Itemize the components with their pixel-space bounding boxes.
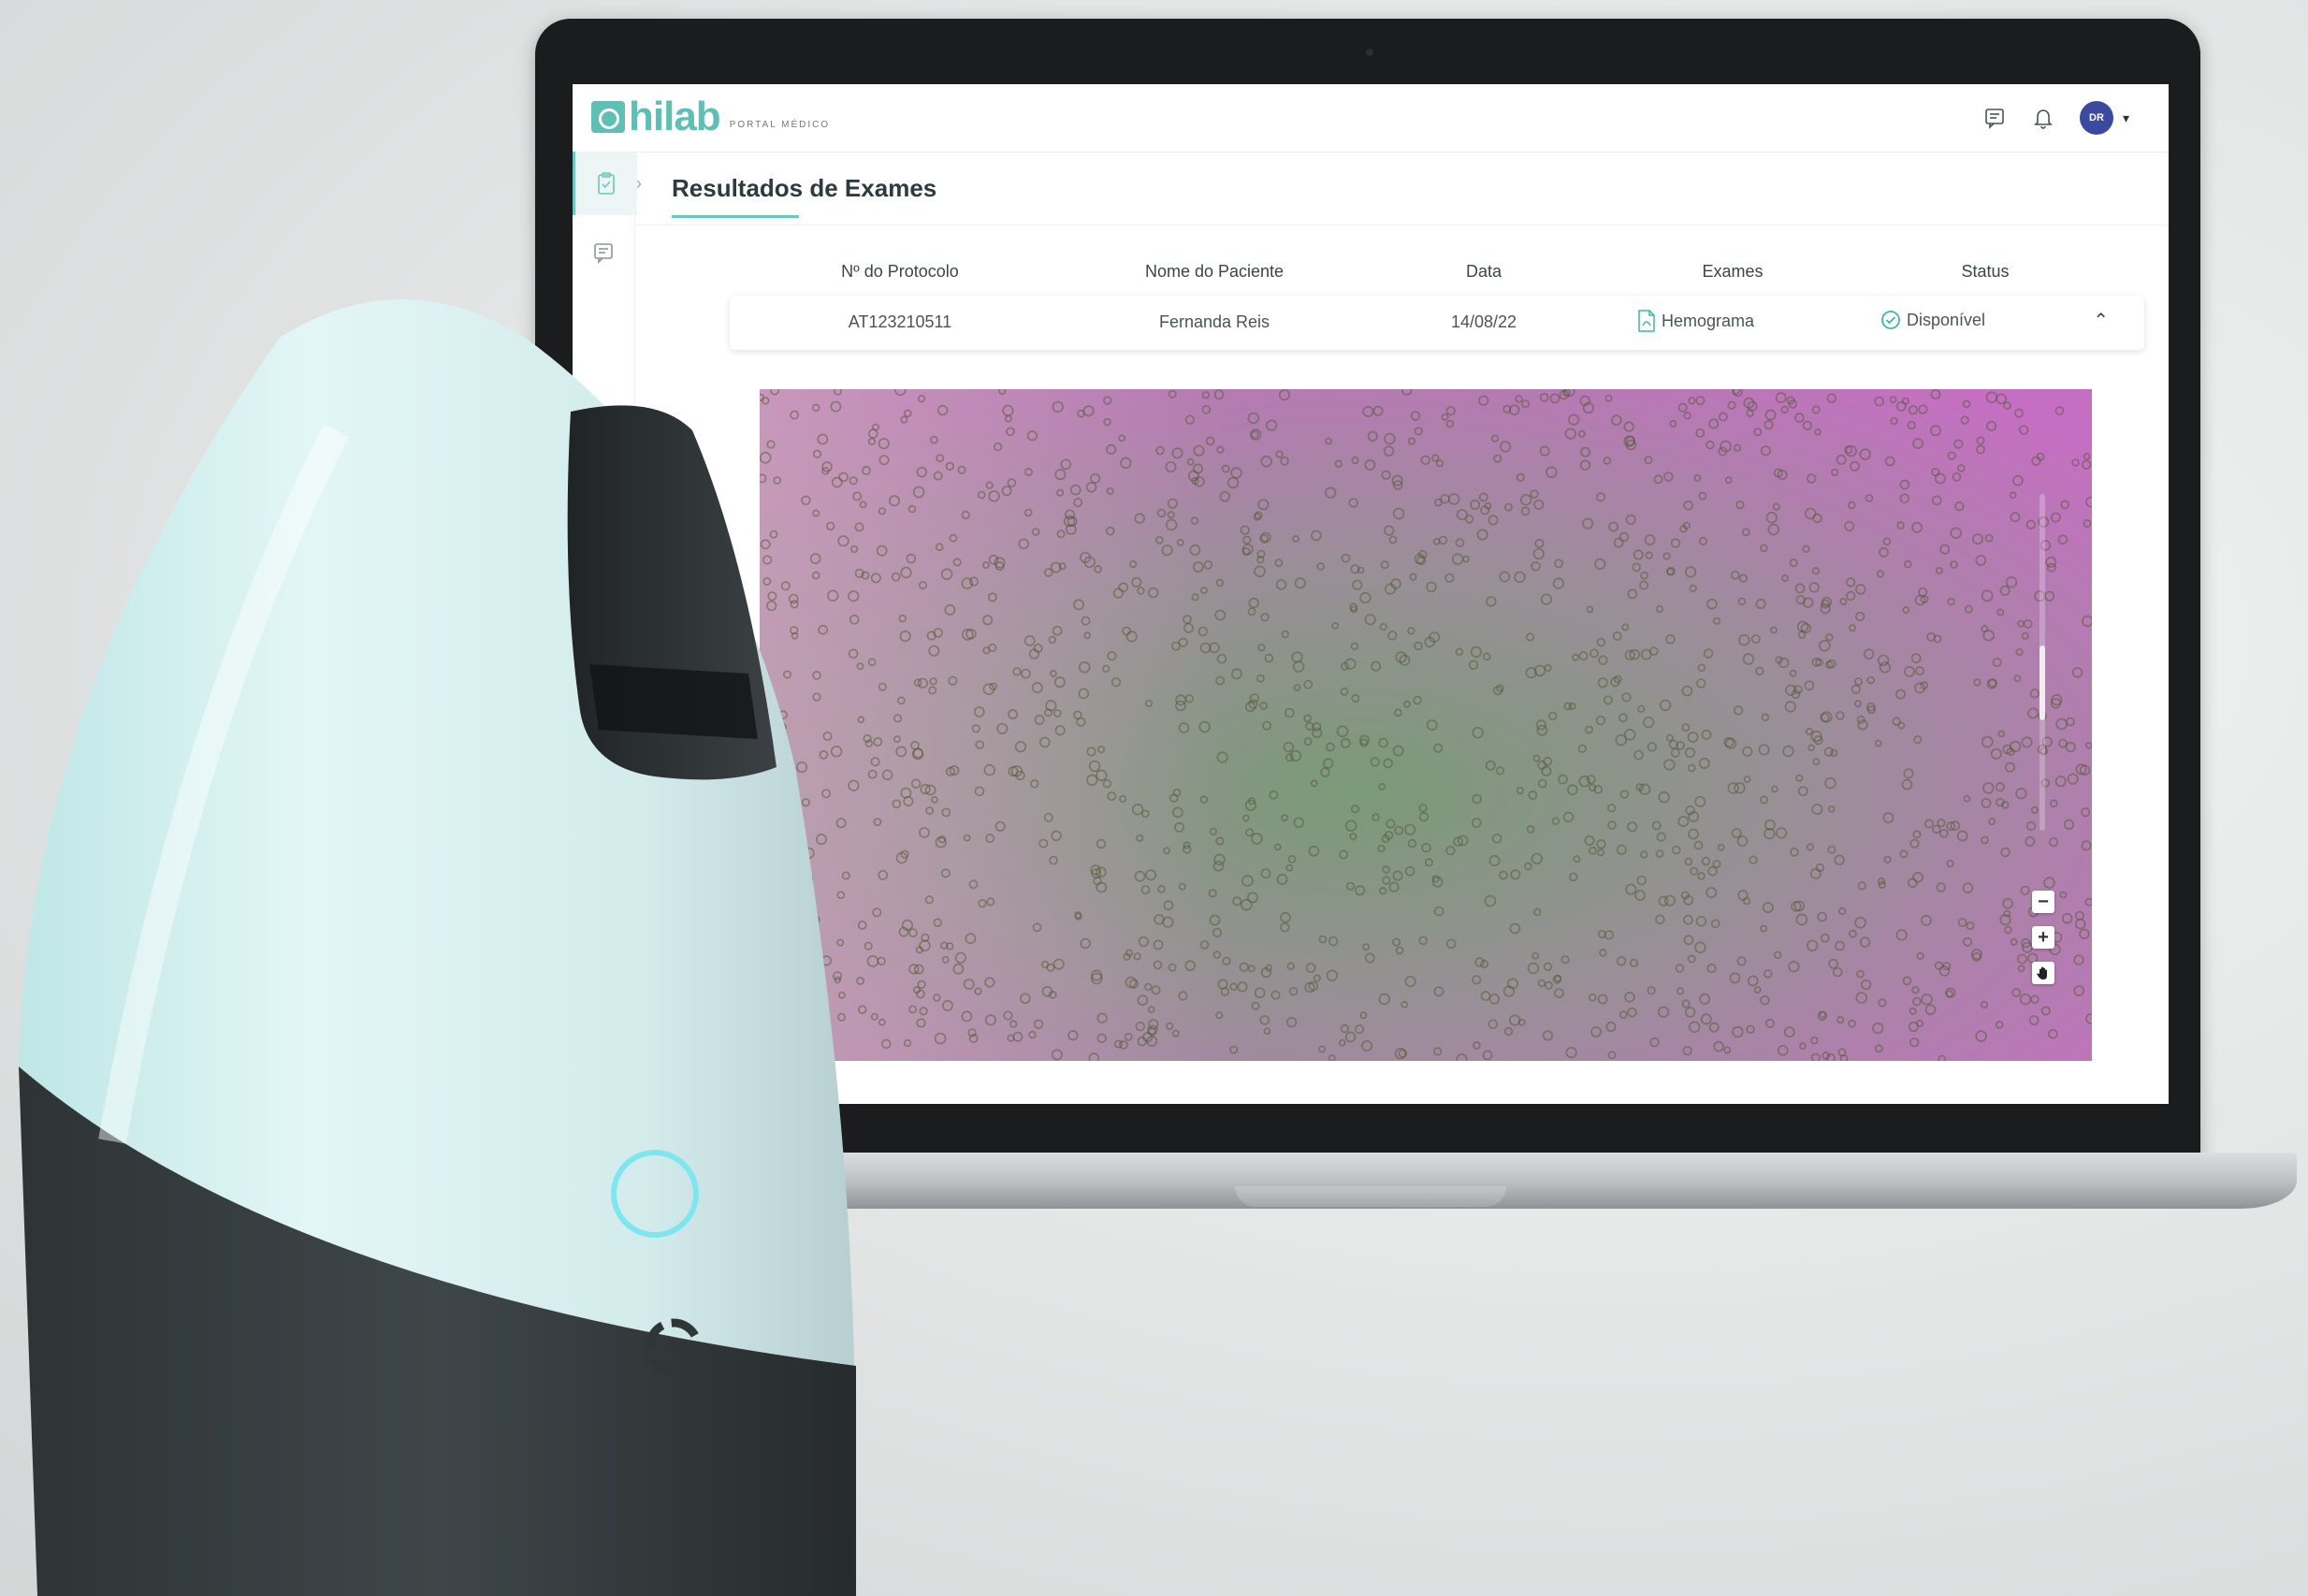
- page-title: Resultados de Exames: [672, 174, 937, 202]
- pdf-icon: [1638, 310, 1655, 332]
- top-bar: hilab PORTAL MÉDICO DR ▾: [573, 84, 2169, 152]
- chevron-up-icon[interactable]: ⌃: [2093, 309, 2109, 332]
- viewer-scrollbar[interactable]: [2039, 494, 2045, 831]
- top-icons: DR ▾: [1982, 101, 2129, 135]
- sidebar-item-results[interactable]: [573, 152, 637, 215]
- laptop-camera: [1366, 49, 1373, 56]
- user-menu-caret-icon[interactable]: ▾: [2123, 110, 2129, 126]
- chat-icon[interactable]: [1982, 106, 2007, 130]
- cell-data: 14/08/22: [1450, 312, 1517, 331]
- logo-mark-icon: [591, 101, 625, 133]
- column-header-exames[interactable]: Exames: [1658, 262, 1807, 282]
- clipboard-check-icon: [598, 172, 615, 195]
- product-scene: hilab PORTAL MÉDICO DR ▾ › Resultados de…: [0, 0, 2308, 1596]
- table-row[interactable]: AT123210511 Fernanda Reis 14/08/22 Hemog…: [730, 296, 2144, 350]
- column-header-status[interactable]: Status: [1910, 262, 2060, 282]
- cell-status: Disponível: [1880, 310, 2068, 330]
- column-header-protocolo[interactable]: Nº do Protocolo: [797, 262, 1003, 282]
- blood-smear-image[interactable]: [760, 389, 2092, 1061]
- breadcrumb-chevron-icon: ›: [636, 174, 642, 193]
- bell-icon[interactable]: [2031, 106, 2055, 130]
- cell-exame[interactable]: Hemograma: [1637, 309, 1824, 333]
- hilab-logo[interactable]: hilab PORTAL MÉDICO: [591, 94, 831, 139]
- sidebar-item-messages[interactable]: [573, 221, 634, 284]
- laptop-notch: [1235, 1186, 1506, 1207]
- pan-hand-button[interactable]: [2032, 962, 2054, 984]
- check-circle-icon: [1881, 311, 1900, 329]
- title-underline: [672, 215, 799, 218]
- exam-link[interactable]: Hemograma: [1662, 312, 1754, 331]
- user-avatar[interactable]: DR: [2079, 101, 2113, 135]
- status-label: Disponível: [1907, 310, 1986, 329]
- zoom-in-button[interactable]: +: [2032, 926, 2054, 949]
- microscopy-viewer[interactable]: − +: [760, 389, 2092, 1061]
- cell-paciente: Fernanda Reis: [1158, 312, 1270, 331]
- zoom-controls: − +: [2032, 891, 2054, 984]
- logo-subtitle: PORTAL MÉDICO: [729, 120, 831, 130]
- viewer-scrollbar-thumb[interactable]: [2039, 646, 2045, 720]
- hilab-device: [19, 299, 856, 1596]
- column-header-paciente[interactable]: Nome do Paciente: [1093, 262, 1336, 282]
- column-header-data[interactable]: Data: [1409, 262, 1559, 282]
- zoom-out-button[interactable]: −: [2032, 891, 2054, 913]
- message-icon: [594, 243, 613, 264]
- hand-icon: [2037, 966, 2047, 979]
- logo-text: hilab: [629, 94, 721, 139]
